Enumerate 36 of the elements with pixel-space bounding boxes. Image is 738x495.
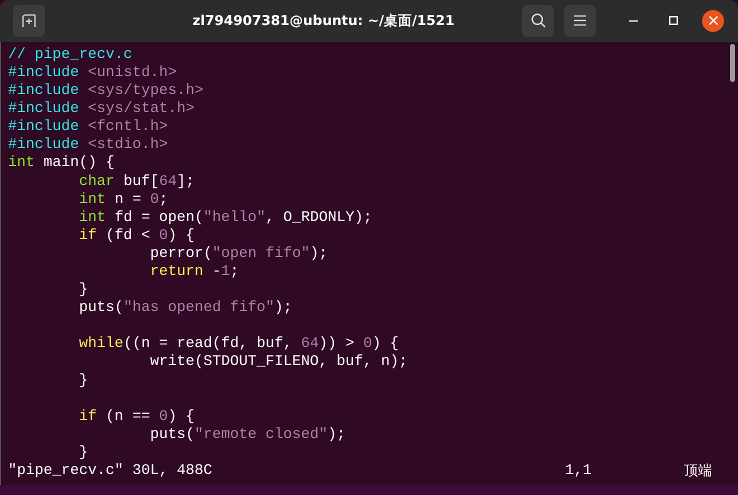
code-line: char buf[64]; bbox=[78, 172, 194, 191]
code-line: // pipe_recv.c bbox=[8, 46, 132, 64]
code-line: int fd = open("hello", O_RDONLY); bbox=[78, 208, 372, 227]
code-line: int main() { bbox=[8, 154, 115, 172]
minimize-icon bbox=[628, 20, 638, 22]
code-line: if (n == 0) { bbox=[78, 408, 194, 426]
code-line: #include <fcntl.h> bbox=[8, 118, 168, 136]
window-title: zl794907381@ubuntu: ~/桌面/1521 bbox=[192, 12, 456, 30]
search-button[interactable] bbox=[522, 4, 554, 37]
code-line: if (fd < 0) { bbox=[78, 226, 194, 245]
close-icon bbox=[708, 16, 718, 26]
code-line: #include <stdio.h> bbox=[8, 136, 168, 154]
maximize-icon bbox=[668, 16, 678, 26]
code-line: puts("remote closed"); bbox=[149, 426, 346, 444]
scroll-bar[interactable] bbox=[730, 44, 735, 82]
code-line: return -1; bbox=[149, 262, 239, 282]
cursor-position: 1,1 bbox=[565, 462, 593, 480]
code-line: } bbox=[78, 281, 88, 300]
code-line: perror("open fifo"); bbox=[149, 244, 328, 263]
code-line: #include <unistd.h> bbox=[8, 64, 177, 82]
code-line: #include <sys/types.h> bbox=[8, 82, 204, 100]
code-line: puts("has opened fifo"); bbox=[78, 299, 292, 318]
search-icon bbox=[530, 13, 546, 28]
menu-button[interactable] bbox=[564, 4, 596, 37]
code-line: #include <sys/stat.h> bbox=[8, 100, 194, 118]
file-info: "pipe_recv.c" 30L, 488C bbox=[8, 462, 214, 480]
new-tab-button[interactable] bbox=[13, 4, 45, 37]
code-line: } bbox=[78, 444, 88, 462]
new-tab-icon bbox=[22, 14, 36, 28]
code-line: while((n = read(fd, buf, 64)) > 0) { bbox=[78, 335, 399, 354]
code-line: } bbox=[78, 372, 88, 390]
close-button[interactable] bbox=[702, 10, 724, 32]
code-line: write(STDOUT_FILENO, buf, n); bbox=[149, 353, 408, 372]
code-line: int n = 0; bbox=[78, 190, 168, 209]
menu-icon bbox=[574, 15, 586, 26]
scroll-position: 顶端 bbox=[684, 462, 712, 480]
